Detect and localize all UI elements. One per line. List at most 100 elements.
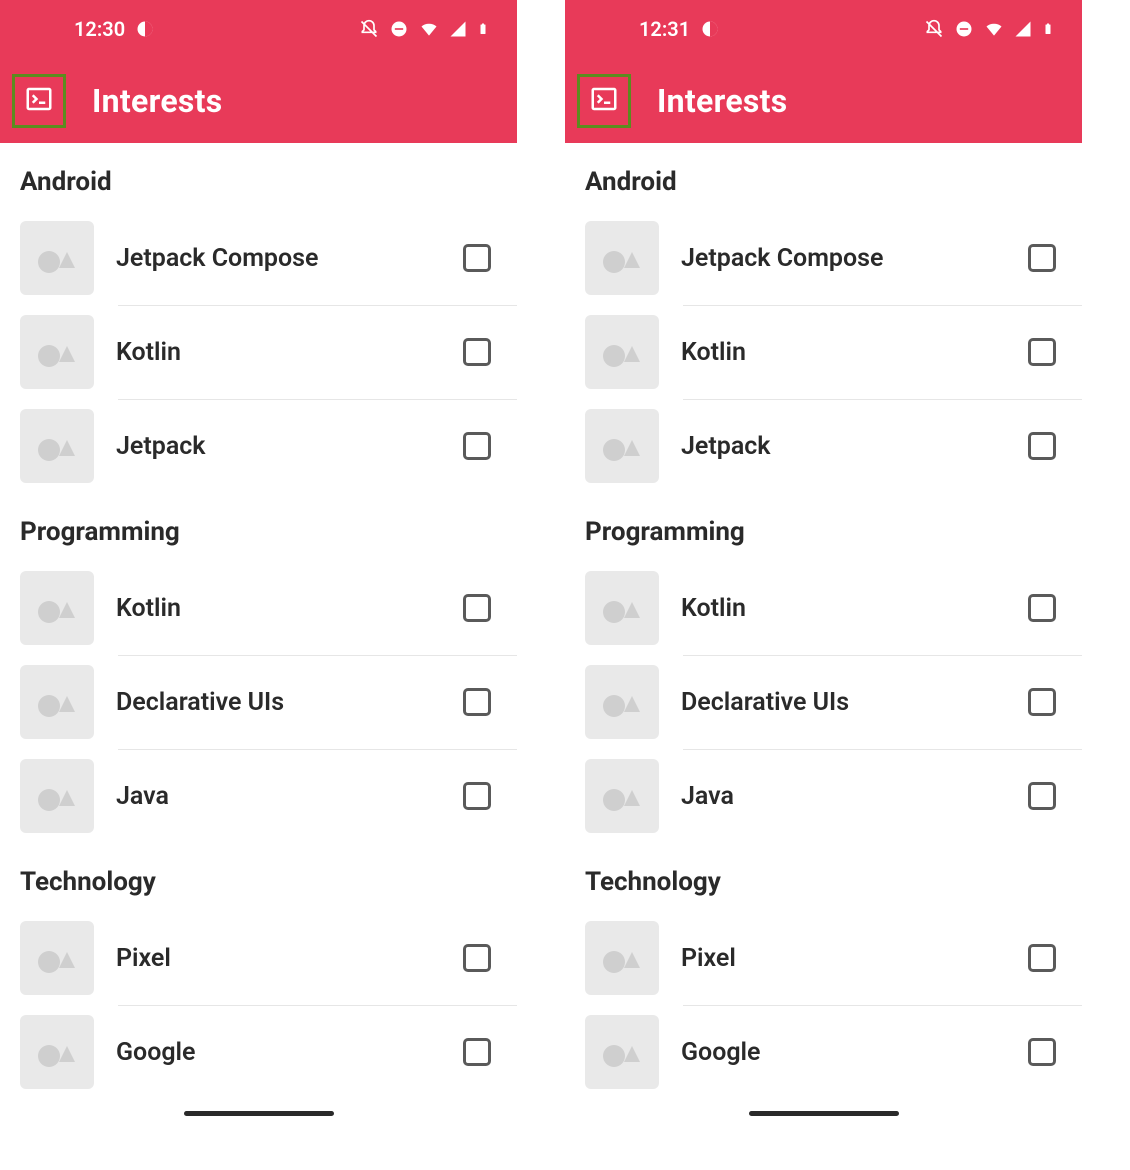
list-item[interactable]: Pixel bbox=[0, 911, 517, 1005]
section-header: Programming bbox=[565, 493, 1082, 561]
item-label: Pixel bbox=[681, 944, 1028, 973]
item-label: Jetpack Compose bbox=[681, 244, 1028, 273]
status-debug-icon bbox=[700, 19, 720, 39]
status-bar: 12:30 bbox=[0, 0, 517, 58]
item-label: Jetpack Compose bbox=[116, 244, 463, 273]
list-item[interactable]: Google bbox=[0, 1005, 517, 1099]
list-item[interactable]: Kotlin bbox=[0, 305, 517, 399]
checkbox[interactable] bbox=[1028, 688, 1056, 716]
checkbox[interactable] bbox=[463, 944, 491, 972]
checkbox[interactable] bbox=[1028, 1038, 1056, 1066]
placeholder-image-icon bbox=[20, 315, 94, 389]
checkbox[interactable] bbox=[1028, 338, 1056, 366]
checkbox[interactable] bbox=[1028, 432, 1056, 460]
nav-indicator bbox=[749, 1111, 899, 1116]
list-item[interactable]: Jetpack bbox=[0, 399, 517, 493]
list-item[interactable]: Kotlin bbox=[0, 561, 517, 655]
item-label: Declarative UIs bbox=[116, 688, 463, 717]
item-label: Jetpack bbox=[681, 432, 1028, 461]
item-label: Google bbox=[681, 1038, 1028, 1067]
notifications-off-icon bbox=[359, 19, 379, 39]
content: Android Jetpack Compose Kotlin Jetpack P… bbox=[565, 143, 1082, 1099]
item-label: Google bbox=[116, 1038, 463, 1067]
page-title: Interests bbox=[657, 82, 788, 120]
checkbox[interactable] bbox=[463, 782, 491, 810]
checkbox[interactable] bbox=[1028, 782, 1056, 810]
placeholder-image-icon bbox=[585, 315, 659, 389]
checkbox[interactable] bbox=[463, 688, 491, 716]
page-title: Interests bbox=[92, 82, 223, 120]
section-header: Android bbox=[0, 143, 517, 211]
battery-icon bbox=[1042, 19, 1054, 39]
list-item[interactable]: Jetpack bbox=[565, 399, 1082, 493]
checkbox[interactable] bbox=[1028, 594, 1056, 622]
item-label: Declarative UIs bbox=[681, 688, 1028, 717]
status-left: 12:31 bbox=[639, 17, 720, 41]
drawer-button[interactable] bbox=[12, 74, 66, 128]
checkbox[interactable] bbox=[463, 432, 491, 460]
drawer-button[interactable] bbox=[577, 74, 631, 128]
placeholder-image-icon bbox=[20, 665, 94, 739]
status-right bbox=[359, 19, 489, 39]
status-bar: 12:31 bbox=[565, 0, 1082, 58]
item-label: Java bbox=[681, 782, 1028, 811]
checkbox[interactable] bbox=[463, 244, 491, 272]
item-label: Java bbox=[116, 782, 463, 811]
list-item[interactable]: Java bbox=[565, 749, 1082, 843]
placeholder-image-icon bbox=[20, 409, 94, 483]
checkbox[interactable] bbox=[1028, 244, 1056, 272]
terminal-icon bbox=[24, 84, 54, 118]
placeholder-image-icon bbox=[585, 409, 659, 483]
phone-screenshot-left: 12:30 bbox=[0, 0, 517, 1120]
section-header: Programming bbox=[0, 493, 517, 561]
status-debug-icon bbox=[135, 19, 155, 39]
item-label: Pixel bbox=[116, 944, 463, 973]
do-not-disturb-icon bbox=[954, 19, 974, 39]
placeholder-image-icon bbox=[20, 221, 94, 295]
checkbox[interactable] bbox=[1028, 944, 1056, 972]
placeholder-image-icon bbox=[585, 1015, 659, 1089]
list-item[interactable]: Pixel bbox=[565, 911, 1082, 1005]
placeholder-image-icon bbox=[20, 921, 94, 995]
checkbox[interactable] bbox=[463, 594, 491, 622]
content: Android Jetpack Compose Kotlin Jetpack P… bbox=[0, 143, 517, 1099]
list-item[interactable]: Google bbox=[565, 1005, 1082, 1099]
placeholder-image-icon bbox=[20, 571, 94, 645]
status-left: 12:30 bbox=[74, 17, 155, 41]
item-label: Kotlin bbox=[681, 338, 1028, 367]
signal-icon bbox=[1014, 20, 1032, 38]
list-item[interactable]: Jetpack Compose bbox=[565, 211, 1082, 305]
placeholder-image-icon bbox=[585, 759, 659, 833]
phone-screenshot-right: 12:31 bbox=[565, 0, 1082, 1120]
placeholder-image-icon bbox=[585, 665, 659, 739]
section-header: Technology bbox=[0, 843, 517, 911]
do-not-disturb-icon bbox=[389, 19, 409, 39]
status-time: 12:30 bbox=[74, 17, 125, 41]
item-label: Kotlin bbox=[681, 594, 1028, 623]
list-item[interactable]: Declarative UIs bbox=[0, 655, 517, 749]
battery-icon bbox=[477, 19, 489, 39]
placeholder-image-icon bbox=[585, 221, 659, 295]
list-item[interactable]: Kotlin bbox=[565, 305, 1082, 399]
app-bar: Interests bbox=[565, 58, 1082, 143]
wifi-icon bbox=[419, 19, 439, 39]
list-item[interactable]: Kotlin bbox=[565, 561, 1082, 655]
nav-indicator bbox=[184, 1111, 334, 1116]
item-label: Kotlin bbox=[116, 594, 463, 623]
list-item[interactable]: Java bbox=[0, 749, 517, 843]
list-item[interactable]: Jetpack Compose bbox=[0, 211, 517, 305]
item-label: Jetpack bbox=[116, 432, 463, 461]
placeholder-image-icon bbox=[20, 759, 94, 833]
status-right bbox=[924, 19, 1054, 39]
notifications-off-icon bbox=[924, 19, 944, 39]
checkbox[interactable] bbox=[463, 1038, 491, 1066]
placeholder-image-icon bbox=[585, 921, 659, 995]
item-label: Kotlin bbox=[116, 338, 463, 367]
status-time: 12:31 bbox=[639, 17, 690, 41]
placeholder-image-icon bbox=[585, 571, 659, 645]
section-header: Technology bbox=[565, 843, 1082, 911]
checkbox[interactable] bbox=[463, 338, 491, 366]
section-header: Android bbox=[565, 143, 1082, 211]
list-item[interactable]: Declarative UIs bbox=[565, 655, 1082, 749]
wifi-icon bbox=[984, 19, 1004, 39]
